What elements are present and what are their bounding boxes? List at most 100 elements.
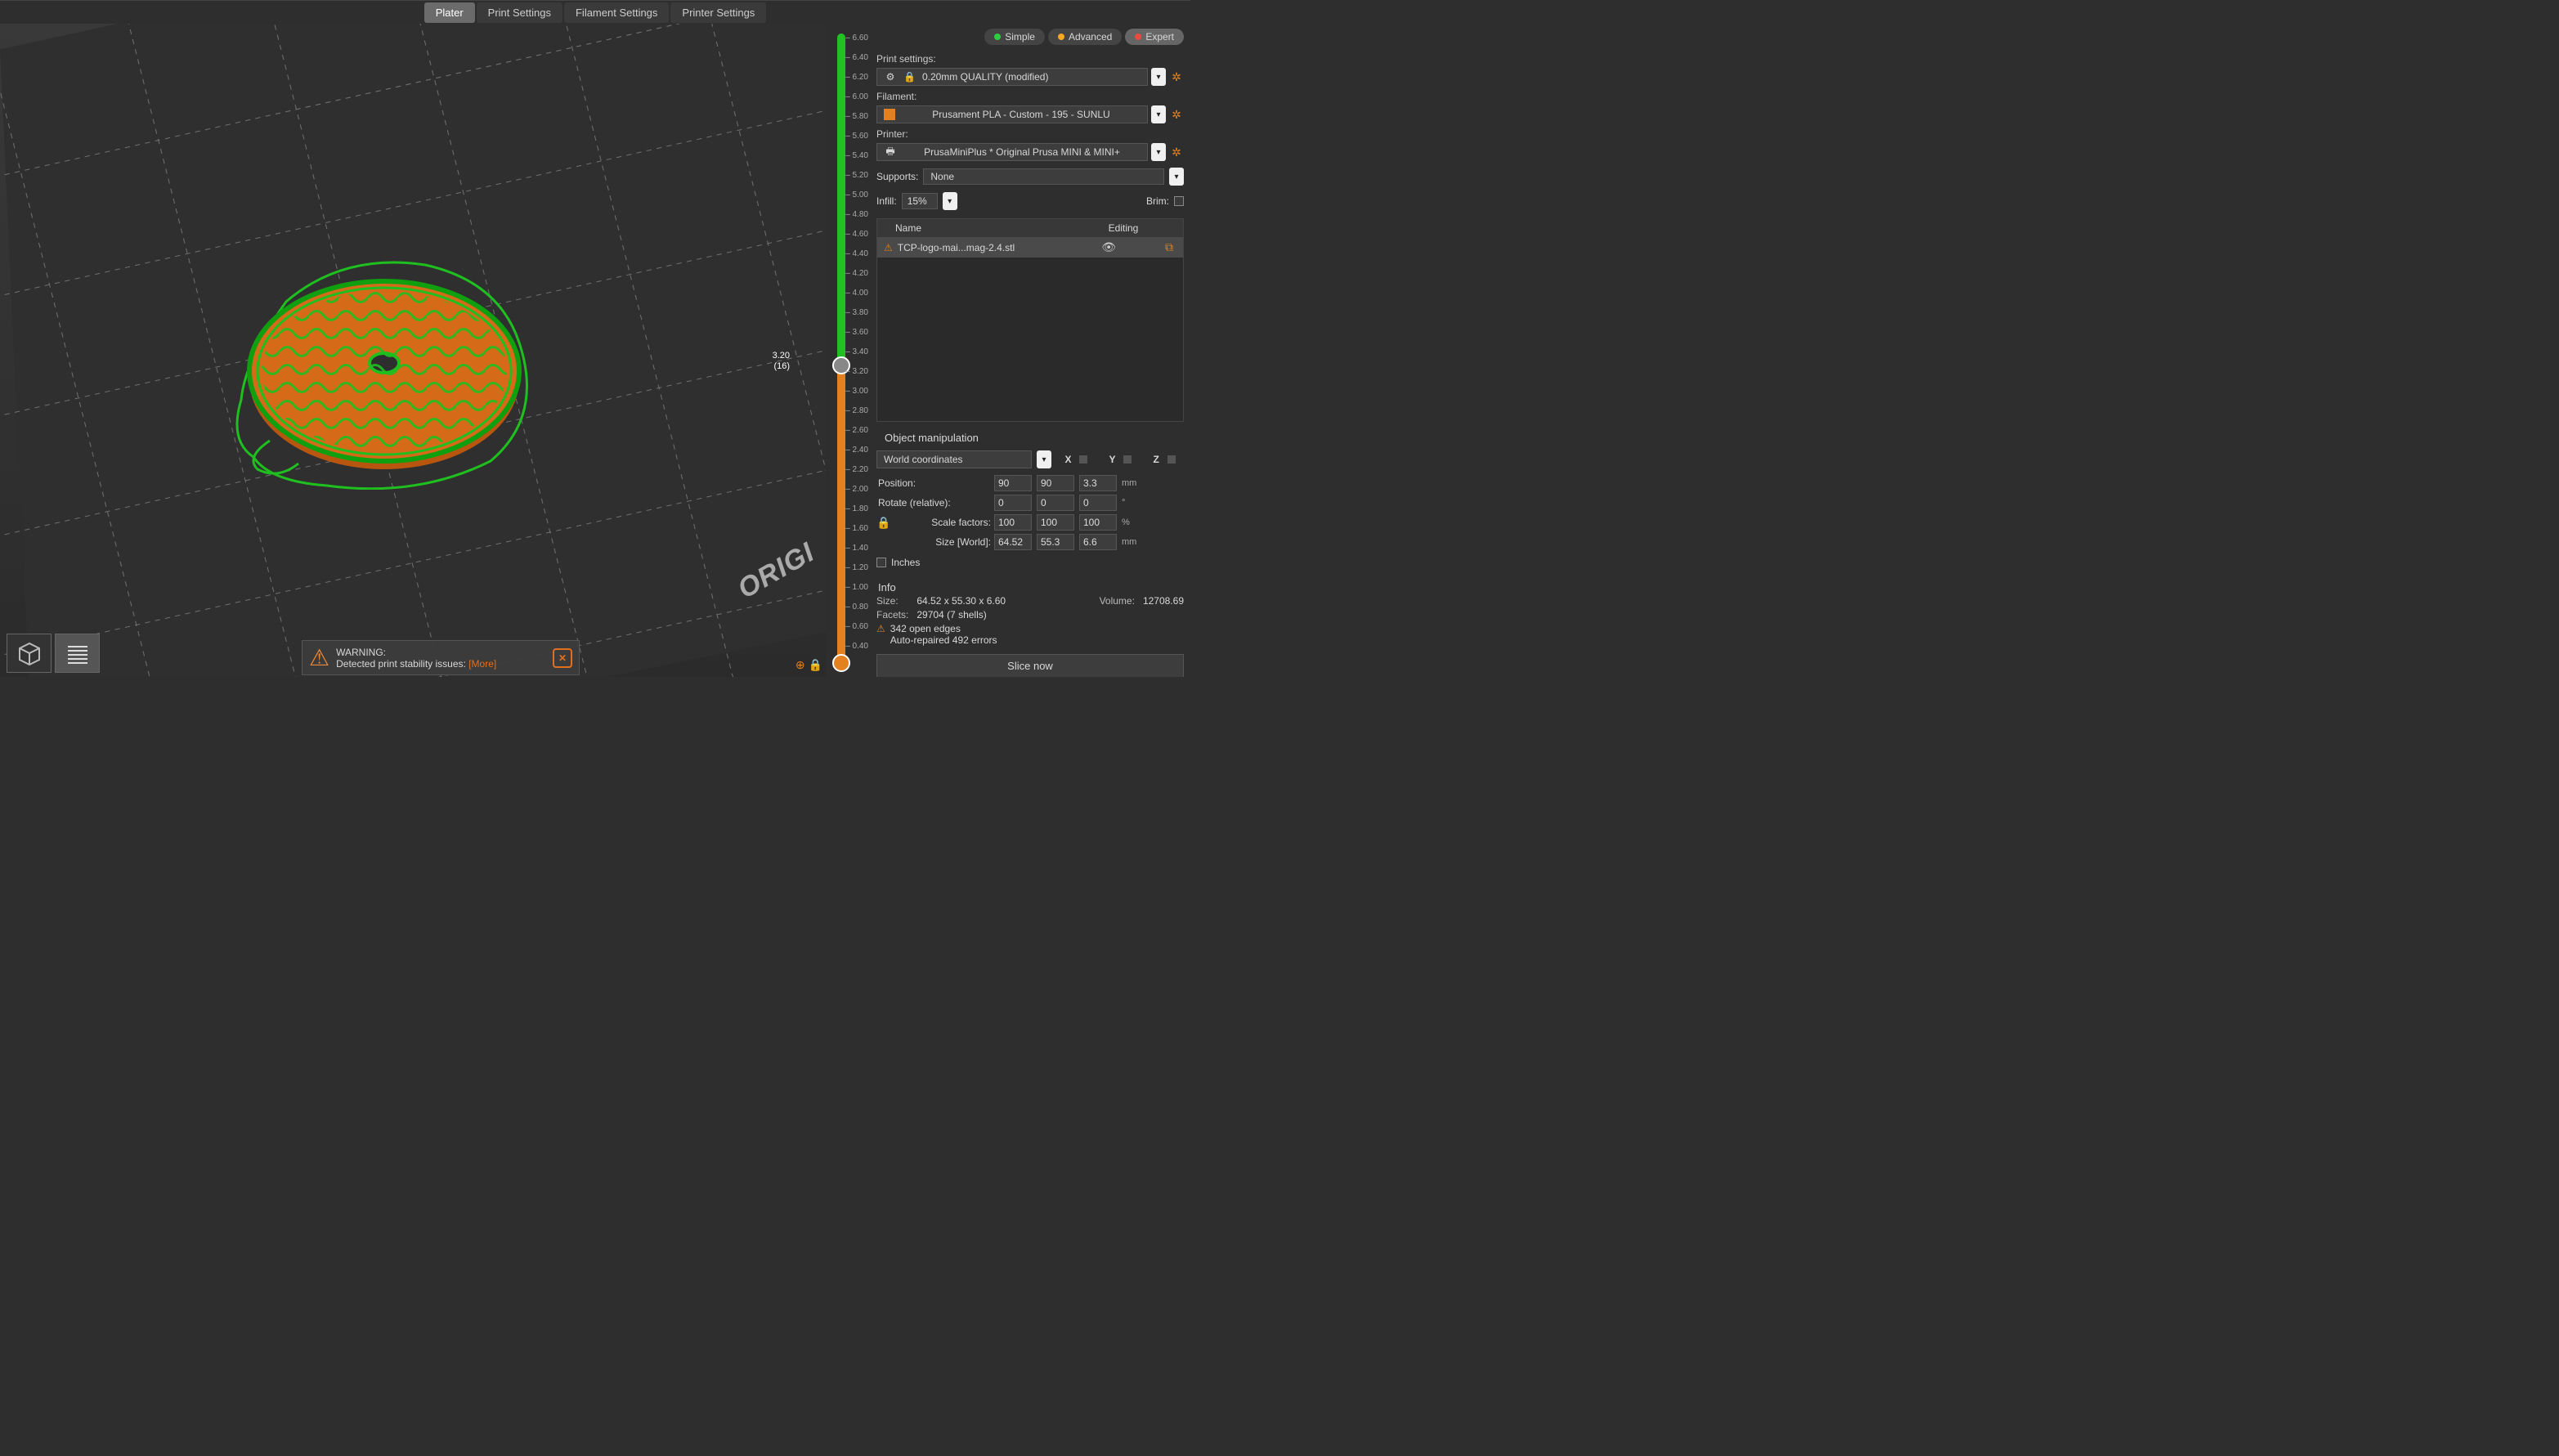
object-list-col-name: Name	[884, 222, 1070, 234]
slider-tick: – 3.40	[845, 347, 868, 356]
info-volume-label: Volume:	[1100, 595, 1135, 607]
info-facets-value: 29704 (7 shells)	[916, 609, 1184, 620]
info-facets-label: Facets:	[876, 609, 908, 620]
object-name: TCP-logo-mai...mag-2.4.stl	[898, 242, 1093, 253]
inches-checkbox[interactable]	[876, 558, 886, 567]
slider-tick: – 1.60	[845, 524, 868, 533]
cube-icon	[15, 640, 44, 666]
scale-unit: %	[1122, 517, 1143, 527]
axis-z-label: Z	[1154, 454, 1165, 465]
coord-mode-combo[interactable]: World coordinates	[876, 450, 1032, 468]
visibility-toggle-icon[interactable]: 👁	[1098, 240, 1119, 254]
scale-x-input[interactable]	[994, 514, 1032, 531]
scale-z-input[interactable]	[1079, 514, 1117, 531]
scale-y-input[interactable]	[1037, 514, 1074, 531]
gear-icon: ⚙	[884, 70, 897, 83]
slider-tick: – 3.60	[845, 328, 868, 337]
position-y-input[interactable]	[1037, 475, 1074, 491]
inches-label: Inches	[891, 557, 920, 568]
slider-tick: – 5.00	[845, 190, 868, 199]
print-settings-dropdown[interactable]: ▾	[1151, 68, 1166, 86]
tab-print-settings[interactable]: Print Settings	[477, 2, 562, 23]
warning-close-button[interactable]: ✕	[553, 648, 572, 668]
rotate-z-input[interactable]	[1079, 495, 1117, 511]
filament-edit[interactable]: ✲	[1169, 105, 1184, 123]
position-label: Position:	[876, 477, 991, 489]
printer-label: Printer:	[876, 128, 1184, 140]
scale-lock-icon[interactable]: 🔒	[876, 516, 890, 530]
model-preview	[221, 253, 540, 490]
brim-label: Brim:	[1146, 195, 1169, 207]
print-settings-label: Print settings:	[876, 53, 1184, 65]
position-z-input[interactable]	[1079, 475, 1117, 491]
add-color-change-icon[interactable]: ⊕	[795, 658, 805, 672]
infill-dropdown[interactable]: ▾	[943, 192, 957, 210]
slider-tick: – 4.80	[845, 210, 868, 219]
slider-tick: – 4.60	[845, 230, 868, 239]
slider-tick: – 2.20	[845, 465, 868, 474]
rotate-x-input[interactable]	[994, 495, 1032, 511]
filament-dropdown[interactable]: ▾	[1151, 105, 1166, 123]
warning-title: WARNING:	[336, 647, 496, 658]
view-mode-layers-button[interactable]	[55, 634, 100, 673]
layer-slider[interactable]: – 6.60– 6.40– 6.20– 6.00– 5.80– 5.60– 5.…	[826, 24, 870, 677]
slice-now-button[interactable]: Slice now	[876, 654, 1184, 677]
slider-tick: – 1.80	[845, 504, 868, 513]
info-warning-1: 342 open edges	[890, 623, 997, 634]
object-list-item[interactable]: ⚠ TCP-logo-mai...mag-2.4.stl 👁 ⧉	[877, 237, 1183, 258]
viewport-3d[interactable]: ORIGI 3.20 (16) ⚠ WARNING: Detected prin…	[0, 24, 826, 677]
view-mode-3d-button[interactable]	[7, 634, 52, 673]
infill-input[interactable]	[902, 193, 938, 209]
info-volume-value: 12708.69	[1143, 595, 1184, 607]
warning-icon: ⚠	[884, 242, 893, 253]
info-warning-2: Auto-repaired 492 errors	[890, 634, 997, 646]
mode-expert[interactable]: Expert	[1125, 29, 1184, 45]
sidebar: Simple Advanced Expert Print settings: ⚙…	[870, 24, 1190, 677]
print-settings-edit[interactable]: ✲	[1169, 68, 1184, 86]
slider-tick: – 5.20	[845, 171, 868, 180]
filament-combo[interactable]: Prusament PLA - Custom - 195 - SUNLU	[876, 105, 1148, 123]
top-tab-bar: Plater Print Settings Filament Settings …	[0, 0, 1190, 24]
axis-x-label: X	[1065, 454, 1077, 465]
filament-color-swatch[interactable]	[884, 109, 895, 120]
size-x-input[interactable]	[994, 534, 1032, 550]
coord-mode-dropdown[interactable]: ▾	[1037, 450, 1051, 468]
lock-slider-icon[interactable]: 🔒	[809, 658, 822, 672]
slider-tick: – 1.40	[845, 544, 868, 553]
slider-tick: – 3.80	[845, 308, 868, 317]
slider-tick: – 5.80	[845, 112, 868, 121]
tab-plater[interactable]: Plater	[424, 2, 475, 23]
slider-z-label: 3.20	[773, 351, 790, 361]
warning-more-link[interactable]: [More]	[468, 658, 496, 670]
tab-filament-settings[interactable]: Filament Settings	[564, 2, 669, 23]
info-title: Info	[878, 581, 1184, 594]
rotate-y-input[interactable]	[1037, 495, 1074, 511]
printer-edit[interactable]: ✲	[1169, 143, 1184, 161]
rotate-unit: °	[1122, 498, 1143, 508]
mode-simple[interactable]: Simple	[984, 29, 1045, 45]
slider-tick: – 1.00	[845, 583, 868, 592]
position-x-input[interactable]	[994, 475, 1032, 491]
print-settings-combo[interactable]: ⚙ 🔒 0.20mm QUALITY (modified)	[876, 68, 1148, 86]
slider-tick: – 4.40	[845, 249, 868, 258]
supports-dropdown[interactable]: ▾	[1169, 168, 1184, 186]
size-label: Size [World]:	[876, 536, 991, 548]
slider-layer-label: (16)	[773, 361, 790, 372]
rotate-label: Rotate (relative):	[876, 497, 991, 508]
brim-checkbox[interactable]	[1174, 196, 1184, 206]
mode-advanced[interactable]: Advanced	[1048, 29, 1122, 45]
printer-dropdown[interactable]: ▾	[1151, 143, 1166, 161]
size-y-input[interactable]	[1037, 534, 1074, 550]
tab-printer-settings[interactable]: Printer Settings	[670, 2, 766, 23]
info-size-label: Size:	[876, 595, 908, 607]
editing-icon[interactable]: ⧉	[1162, 240, 1176, 254]
slider-tick: – 0.80	[845, 603, 868, 612]
printer-combo[interactable]: 🖶 PrusaMiniPlus * Original Prusa MINI & …	[876, 143, 1148, 161]
axis-y-label: Y	[1109, 454, 1121, 465]
warning-bar: ⚠ WARNING: Detected print stability issu…	[302, 640, 580, 675]
size-z-input[interactable]	[1079, 534, 1117, 550]
slider-tick: – 3.00	[845, 387, 868, 396]
supports-combo[interactable]: None	[923, 168, 1164, 185]
slider-tick: – 6.60	[845, 34, 868, 43]
slider-tick: – 2.60	[845, 426, 868, 435]
